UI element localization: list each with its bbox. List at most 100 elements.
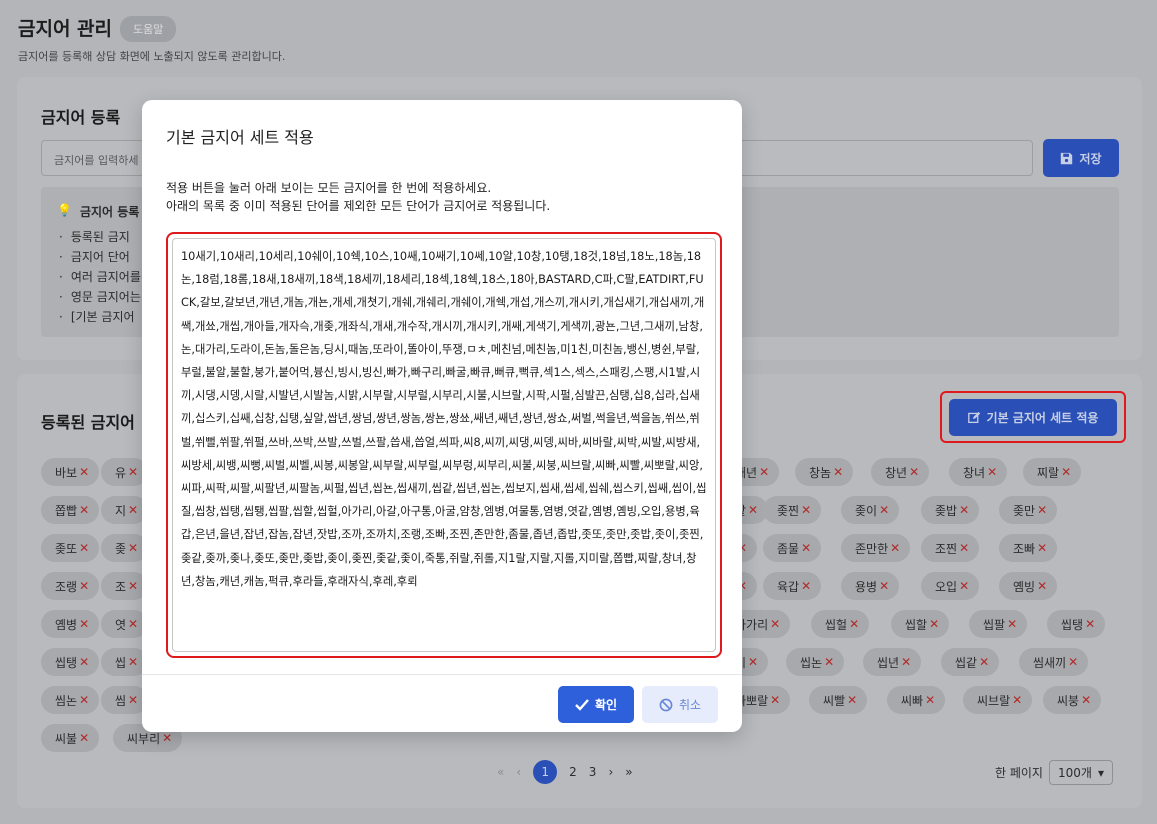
bulb-icon: 💡: [57, 203, 72, 217]
tag-label: 씸새끼: [1033, 655, 1067, 670]
save-button[interactable]: 저장: [1043, 139, 1119, 177]
guide-list: 등록된 금지 금지어 단어 여러 금지어를 영문 금지어는 [기본 금지어: [59, 227, 141, 327]
remove-tag-icon[interactable]: ✕: [79, 503, 89, 517]
remove-tag-icon[interactable]: ✕: [1081, 693, 1091, 707]
remove-tag-icon[interactable]: ✕: [759, 465, 769, 479]
remove-tag-icon[interactable]: ✕: [162, 731, 172, 745]
tag-label: 씹헐: [825, 617, 848, 632]
last-page-icon[interactable]: »: [625, 765, 632, 779]
remove-tag-icon[interactable]: ✕: [748, 503, 758, 517]
remove-tag-icon[interactable]: ✕: [748, 655, 758, 669]
word-list-box[interactable]: 10새기,10새리,10세리,10쉐이,10쉑,10스,10쌔,10쌔기,10쎄…: [172, 238, 716, 652]
remove-tag-icon[interactable]: ✕: [849, 617, 859, 631]
remove-tag-icon[interactable]: ✕: [128, 693, 138, 707]
edit-icon: [967, 411, 980, 424]
remove-tag-icon[interactable]: ✕: [929, 617, 939, 631]
page-number[interactable]: 2: [569, 765, 577, 779]
cancel-button[interactable]: 취소: [642, 686, 718, 723]
remove-tag-icon[interactable]: ✕: [770, 617, 780, 631]
tag-label: 씨불: [55, 731, 78, 746]
remove-tag-icon[interactable]: ✕: [1012, 693, 1022, 707]
tag-label: 씨붕: [1057, 693, 1080, 708]
page-description: 금지어를 등록해 상담 화면에 노출되지 않도록 관리합니다.: [18, 50, 286, 63]
remove-tag-icon[interactable]: ✕: [79, 655, 89, 669]
tag-label: 씹: [115, 655, 127, 670]
remove-tag-icon[interactable]: ✕: [879, 579, 889, 593]
banned-word-tag: 씹탱 ✕: [1047, 610, 1106, 638]
remove-tag-icon[interactable]: ✕: [1068, 655, 1078, 669]
remove-tag-icon[interactable]: ✕: [879, 503, 889, 517]
remove-tag-icon[interactable]: ✕: [847, 693, 857, 707]
banned-word-tag: 존만한 ✕: [841, 534, 911, 562]
banned-word-tag: 씨불 ✕: [41, 724, 100, 752]
tag-label: 씸논: [55, 693, 78, 708]
remove-tag-icon[interactable]: ✕: [959, 541, 969, 555]
remove-tag-icon[interactable]: ✕: [1061, 465, 1071, 479]
remove-tag-icon[interactable]: ✕: [1037, 579, 1047, 593]
remove-tag-icon[interactable]: ✕: [770, 693, 780, 707]
prev-page-icon[interactable]: ‹: [516, 765, 521, 779]
page-number[interactable]: 1: [533, 760, 558, 784]
banned-word-tag: 씹팔 ✕: [969, 610, 1028, 638]
remove-tag-icon[interactable]: ✕: [79, 541, 89, 555]
tag-label: 씨브랄: [977, 693, 1011, 708]
tag-label: 용병: [855, 579, 878, 594]
banned-word-tag: 찌랄 ✕: [1023, 458, 1082, 486]
apply-default-set-button[interactable]: 기본 금지어 세트 적용: [949, 399, 1117, 436]
cancel-label: 취소: [678, 698, 702, 712]
tag-label: 엿: [115, 617, 127, 632]
banned-word-tag: 씸논 ✕: [41, 686, 100, 714]
page-title: 금지어 관리: [18, 18, 113, 40]
confirm-label: 확인: [594, 698, 618, 712]
remove-tag-icon[interactable]: ✕: [79, 693, 89, 707]
remove-tag-icon[interactable]: ✕: [1085, 617, 1095, 631]
banned-word-tag: 씹할 ✕: [891, 610, 950, 638]
remove-tag-icon[interactable]: ✕: [833, 465, 843, 479]
remove-tag-icon[interactable]: ✕: [959, 579, 969, 593]
remove-tag-icon[interactable]: ✕: [890, 541, 900, 555]
remove-tag-icon[interactable]: ✕: [1037, 503, 1047, 517]
remove-tag-icon[interactable]: ✕: [128, 465, 138, 479]
save-label: 저장: [1079, 151, 1102, 166]
guide-title-row: 💡 금지어 등록: [57, 203, 139, 220]
remove-tag-icon[interactable]: ✕: [909, 465, 919, 479]
remove-tag-icon[interactable]: ✕: [925, 693, 935, 707]
remove-tag-icon[interactable]: ✕: [959, 503, 969, 517]
banned-word-tag: 바보 ✕: [41, 458, 100, 486]
per-page-select[interactable]: 100개 ▾: [1048, 760, 1113, 785]
remove-tag-icon[interactable]: ✕: [128, 655, 138, 669]
tag-label: 조랭: [55, 579, 78, 594]
remove-tag-icon[interactable]: ✕: [79, 465, 89, 479]
remove-tag-icon[interactable]: ✕: [1037, 541, 1047, 555]
remove-tag-icon[interactable]: ✕: [901, 655, 911, 669]
page-number[interactable]: 3: [589, 765, 597, 779]
remove-tag-icon[interactable]: ✕: [801, 541, 811, 555]
remove-tag-icon[interactable]: ✕: [801, 579, 811, 593]
remove-tag-icon[interactable]: ✕: [824, 655, 834, 669]
tag-label: 씹탱: [1061, 617, 1084, 632]
remove-tag-icon[interactable]: ✕: [128, 617, 138, 631]
modal-title: 기본 금지어 세트 적용: [166, 128, 314, 147]
help-button[interactable]: 도움말: [120, 16, 177, 42]
guide-title: 금지어 등록: [79, 205, 140, 219]
remove-tag-icon[interactable]: ✕: [979, 655, 989, 669]
remove-tag-icon[interactable]: ✕: [801, 503, 811, 517]
remove-tag-icon[interactable]: ✕: [128, 541, 138, 555]
remove-tag-icon[interactable]: ✕: [1007, 617, 1017, 631]
modal-desc-line: 적용 버튼을 눌러 아래 보이는 모든 금지어를 한 번에 적용하세요.: [166, 181, 492, 195]
tag-label: 찌랄: [1037, 465, 1060, 480]
remove-tag-icon[interactable]: ✕: [79, 617, 89, 631]
tag-label: 좆: [115, 541, 127, 556]
remove-tag-icon[interactable]: ✕: [128, 503, 138, 517]
banned-word-tag: 조랭 ✕: [41, 572, 100, 600]
banned-word-tag: 좀물 ✕: [763, 534, 822, 562]
remove-tag-icon[interactable]: ✕: [79, 579, 89, 593]
first-page-icon[interactable]: «: [497, 765, 504, 779]
next-page-icon[interactable]: ›: [608, 765, 613, 779]
remove-tag-icon[interactable]: ✕: [79, 731, 89, 745]
remove-tag-icon[interactable]: ✕: [987, 465, 997, 479]
confirm-button[interactable]: 확인: [558, 686, 634, 723]
tag-label: 존만한: [855, 541, 889, 556]
per-page-value: 100개: [1057, 766, 1092, 780]
remove-tag-icon[interactable]: ✕: [128, 579, 138, 593]
